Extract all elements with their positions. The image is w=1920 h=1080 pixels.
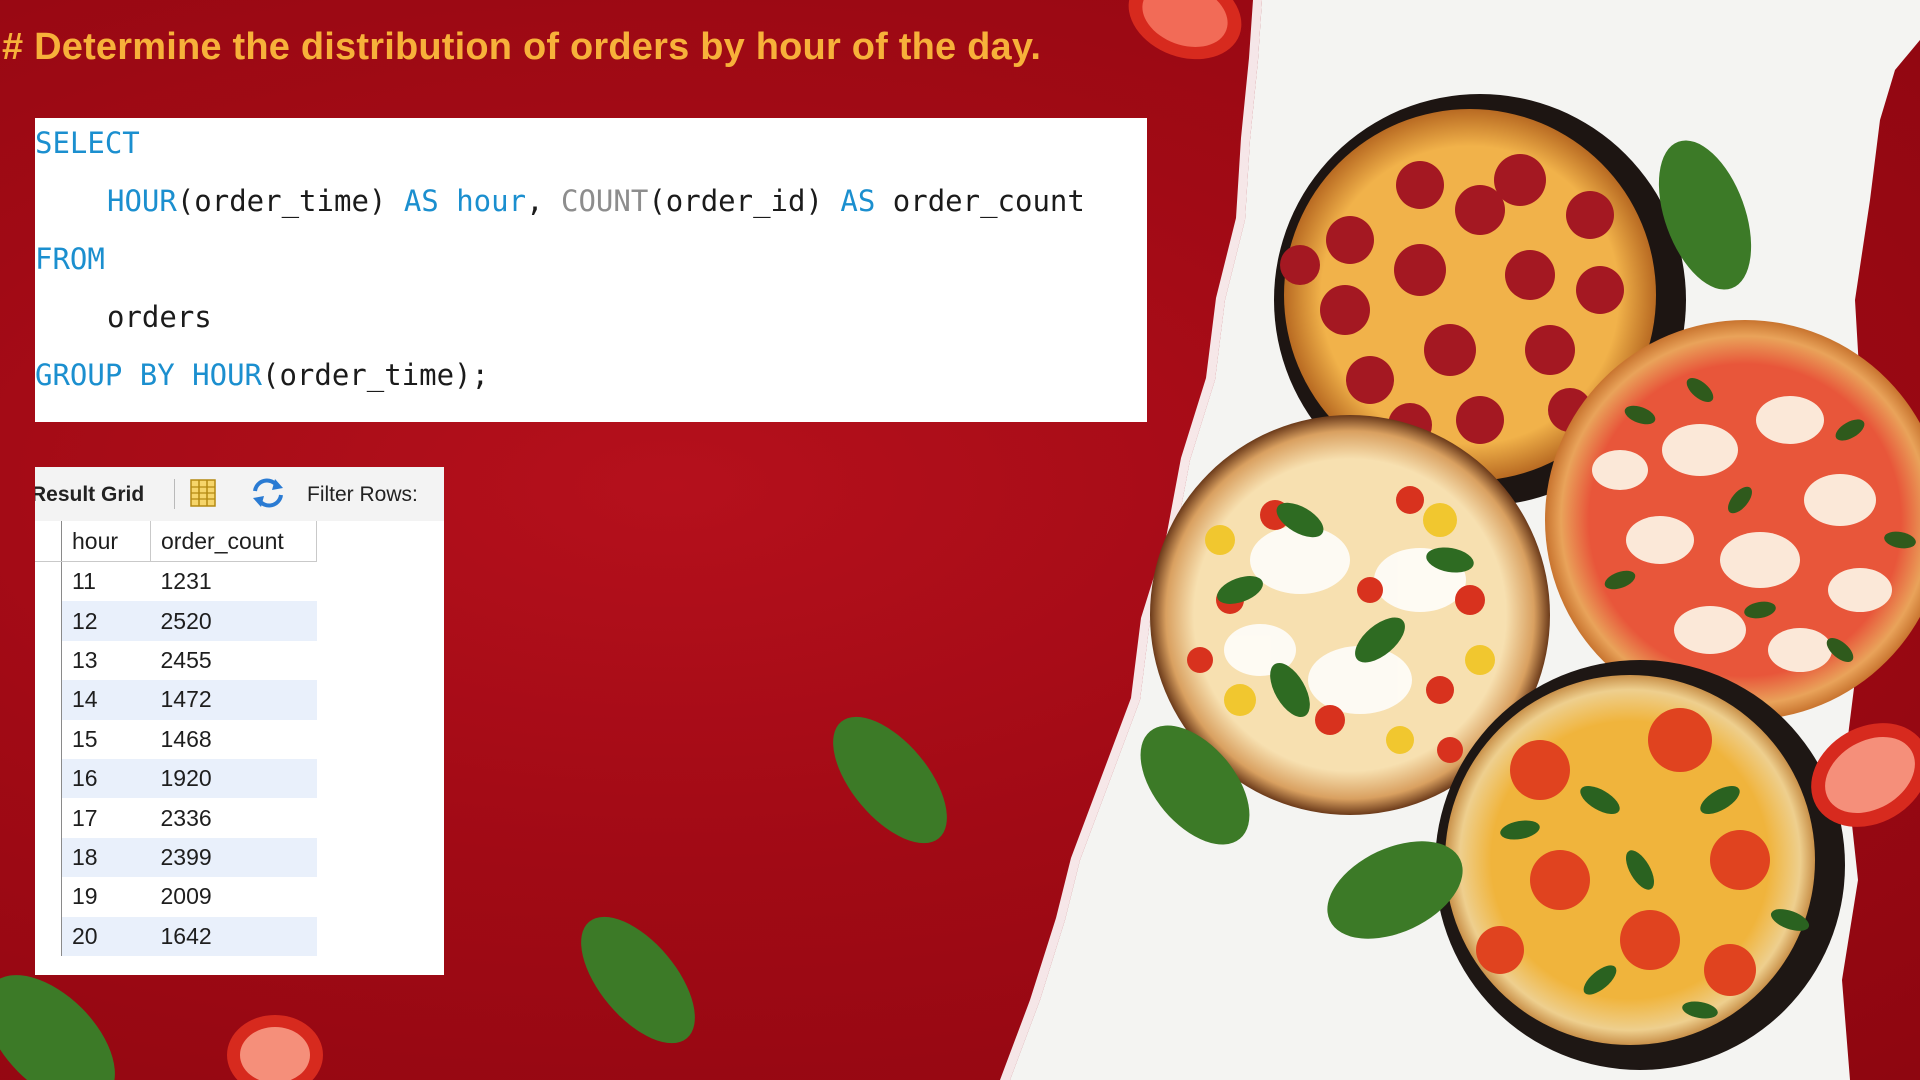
food-decoration: [0, 0, 1920, 1080]
tomato-pizza-image: [1435, 660, 1845, 1070]
